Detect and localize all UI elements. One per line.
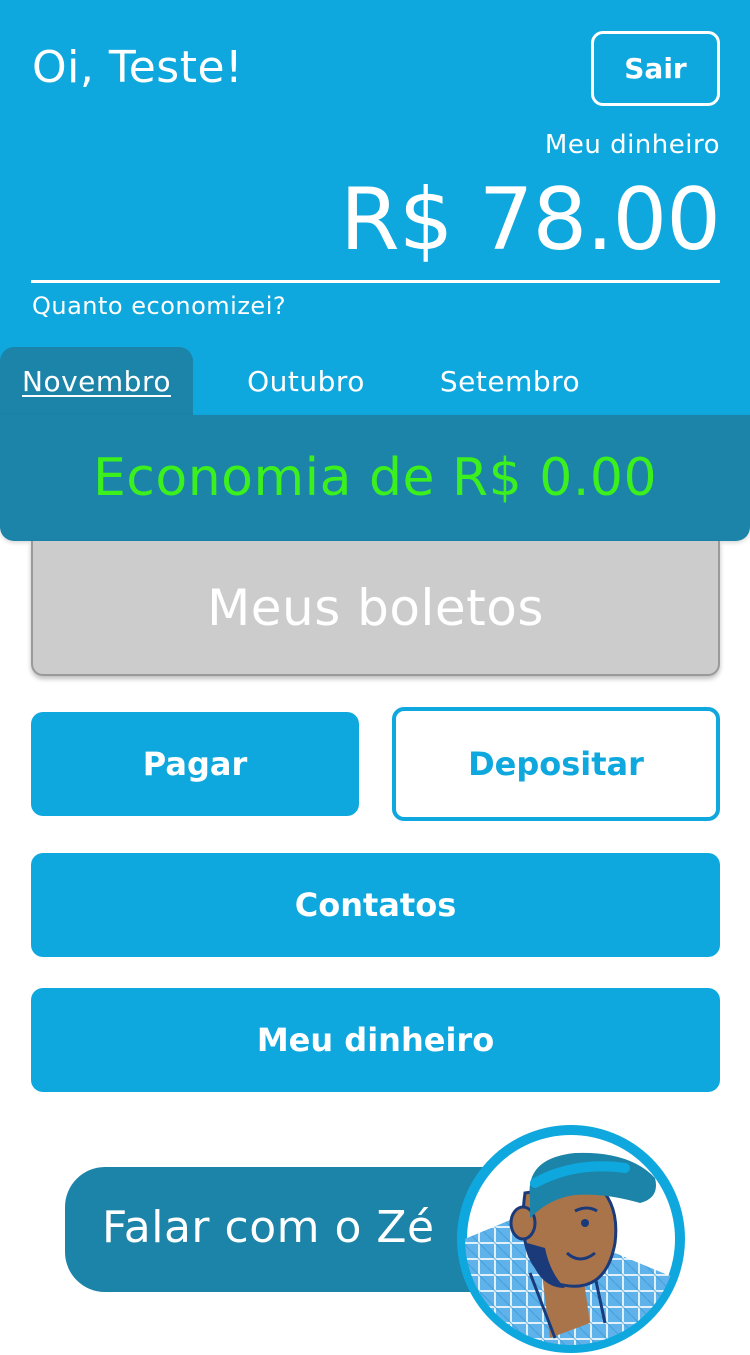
my-money-button[interactable]: Meu dinheiro <box>31 988 720 1092</box>
tab-november[interactable]: Novembro <box>0 347 193 415</box>
balance-label: Meu dinheiro <box>544 130 720 160</box>
month-tabs: Novembro Outubro Setembro <box>0 347 750 415</box>
talk-to-ze-label: Falar com o Zé <box>102 1202 435 1253</box>
balance-value: R$ 78.00 <box>339 170 721 270</box>
savings-panel: Economia de R$ 0.00 <box>0 415 750 541</box>
savings-amount: Economia de R$ 0.00 <box>92 448 658 508</box>
ze-avatar-icon[interactable] <box>455 1123 687 1355</box>
balance-divider <box>31 280 720 283</box>
my-boletos-button[interactable]: Meus boletos <box>31 541 720 676</box>
deposit-button[interactable]: Depositar <box>392 707 720 821</box>
pay-button[interactable]: Pagar <box>31 712 359 816</box>
contacts-button[interactable]: Contatos <box>31 853 720 957</box>
savings-question: Quanto economizei? <box>32 292 287 320</box>
greeting-text: Oi, Teste! <box>32 42 244 93</box>
tab-september[interactable]: Setembro <box>414 347 606 415</box>
my-boletos-label: Meus boletos <box>207 578 544 637</box>
tab-october[interactable]: Outubro <box>210 347 402 415</box>
logout-button[interactable]: Sair <box>591 31 720 106</box>
header: Oi, Teste! Sair Meu dinheiro R$ 78.00 Qu… <box>0 0 750 415</box>
